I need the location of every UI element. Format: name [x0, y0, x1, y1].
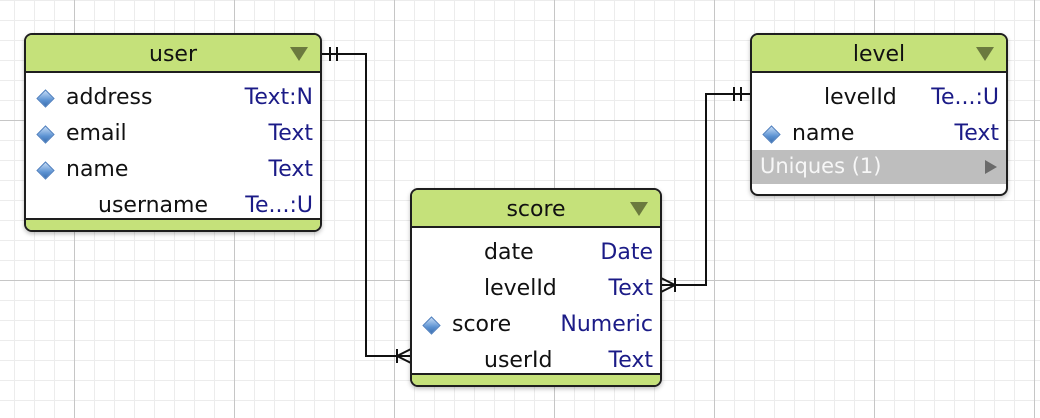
cardinality-many-marker — [660, 277, 676, 286]
expand-arrow-icon[interactable] — [985, 160, 997, 174]
attribute-type: Text — [608, 276, 654, 301]
attribute-list: date Date levelId Text score Numeric use… — [412, 228, 660, 379]
cardinality-many-marker — [660, 284, 676, 293]
entity-header[interactable]: user — [26, 35, 320, 73]
dropdown-triangle-icon[interactable] — [976, 47, 994, 61]
attribute-type: Text — [268, 121, 314, 146]
attribute-type: Text — [268, 157, 314, 182]
cardinality-many-marker — [396, 355, 412, 364]
attribute-row[interactable]: email Text — [26, 116, 320, 152]
attribute-name: levelId — [824, 85, 897, 110]
attribute-type: Date — [600, 240, 653, 265]
uniques-row[interactable]: Uniques (1) — [752, 150, 1006, 184]
entity-title: level — [852, 42, 906, 67]
uniques-label: Uniques (1) — [760, 154, 882, 178]
attribute-name: address — [66, 85, 153, 110]
attribute-list: address Text:N email Text name Text user… — [26, 73, 320, 224]
attribute-type: Te...:U — [931, 85, 999, 110]
attribute-type: Text:N — [244, 85, 313, 110]
index-diamond-icon — [36, 161, 55, 180]
entity-user[interactable]: user address Text:N email Text name Text… — [24, 33, 322, 232]
entity-footer — [26, 218, 320, 230]
dropdown-triangle-icon[interactable] — [630, 202, 648, 216]
cardinality-many-marker — [396, 348, 412, 357]
attribute-name: levelId — [484, 276, 557, 301]
entity-header[interactable]: level — [752, 35, 1006, 73]
index-diamond-icon — [762, 125, 781, 144]
index-diamond-icon — [36, 89, 55, 108]
attribute-row[interactable]: date Date — [412, 235, 660, 271]
attribute-row[interactable]: levelId Te...:U — [752, 80, 1006, 116]
entity-title: user — [149, 42, 197, 67]
dropdown-triangle-icon[interactable] — [290, 47, 308, 61]
attribute-list: levelId Te...:U name Text — [752, 73, 1006, 152]
attribute-name: date — [484, 240, 534, 265]
attribute-row[interactable]: levelId Text — [412, 271, 660, 307]
attribute-name: email — [66, 121, 127, 146]
entity-footer — [412, 373, 660, 385]
index-diamond-icon — [36, 125, 55, 144]
attribute-name: name — [66, 157, 129, 182]
index-diamond-icon — [422, 316, 441, 335]
relationship-line-user-score[interactable] — [320, 53, 411, 357]
entity-header[interactable]: score — [412, 190, 660, 228]
entity-title: score — [506, 197, 566, 222]
attribute-name: name — [792, 121, 855, 146]
attribute-row[interactable]: address Text:N — [26, 80, 320, 116]
relationship-line-level-score[interactable] — [661, 93, 751, 286]
entity-score[interactable]: score date Date levelId Text score Numer… — [410, 188, 662, 387]
attribute-row[interactable]: score Numeric — [412, 307, 660, 343]
er-diagram-canvas: user address Text:N email Text name Text… — [0, 0, 1040, 418]
attribute-row[interactable]: name Text — [752, 116, 1006, 152]
attribute-type: Numeric — [560, 312, 653, 337]
attribute-row[interactable]: name Text — [26, 152, 320, 188]
attribute-name: score — [452, 312, 512, 337]
attribute-type: Text — [954, 121, 1000, 146]
entity-level[interactable]: level levelId Te...:U name Text Uniques … — [750, 33, 1008, 196]
